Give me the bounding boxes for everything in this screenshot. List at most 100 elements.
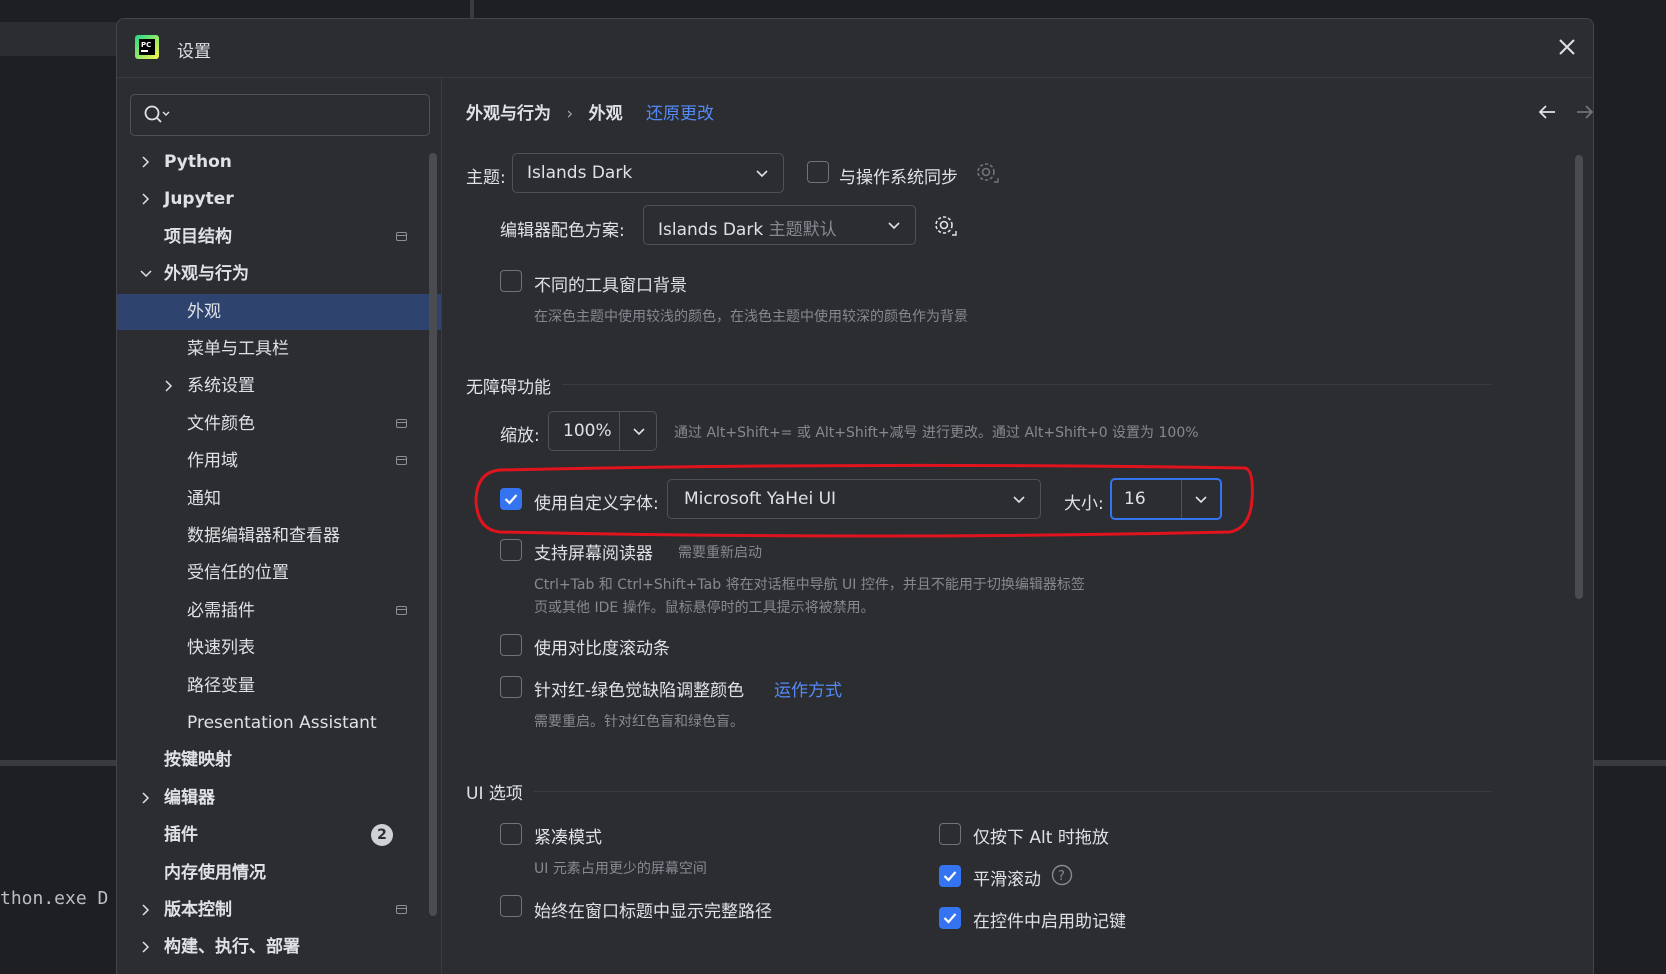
breadcrumb-parent[interactable]: 外观与行为 — [466, 104, 551, 124]
sidebar-item[interactable]: 编辑器 — [117, 780, 441, 816]
sidebar-item[interactable]: 项目结构 — [117, 219, 441, 255]
chevron-down-icon — [888, 222, 900, 230]
chevron-down-icon[interactable] — [140, 268, 152, 280]
close-button[interactable] — [1553, 33, 1581, 61]
sidebar-item-label: 版本控制 — [164, 900, 232, 920]
sidebar-item[interactable]: Jupyter — [117, 181, 441, 217]
screen-reader-desc-line1: Ctrl+Tab 和 Ctrl+Shift+Tab 将在对话框中导航 UI 控件… — [534, 577, 1085, 593]
back-button[interactable] — [1537, 103, 1557, 125]
sidebar-item[interactable]: 按键映射 — [117, 742, 441, 778]
sidebar-item[interactable]: 系统设置 — [117, 368, 441, 404]
gear-icon — [977, 163, 999, 183]
sidebar-item[interactable]: 快速列表 — [117, 630, 441, 666]
sidebar-item-label: 外观与行为 — [164, 264, 249, 284]
reset-changes-link[interactable]: 还原更改 — [646, 104, 714, 124]
editor-scheme-value: Islands Dark — [658, 220, 764, 240]
ui-options-section-title: UI 选项 — [466, 784, 523, 804]
chevron-down-icon — [633, 428, 645, 436]
editor-scheme-select[interactable]: Islands Dark 主题默认 — [643, 205, 916, 245]
sidebar-item-label: Presentation Assistant — [187, 713, 377, 733]
chevron-right-icon[interactable] — [163, 380, 175, 392]
sidebar-item[interactable]: 路径变量 — [117, 668, 441, 704]
contrast-scrollbar-checkbox[interactable] — [500, 634, 522, 656]
sidebar-item[interactable]: 文件颜色 — [117, 406, 441, 442]
chevron-right-icon[interactable] — [140, 792, 152, 804]
zoom-select[interactable]: 100% — [548, 411, 657, 451]
arrow-right-icon — [1577, 105, 1593, 119]
mnemonics-label: 在控件中启用助记键 — [973, 912, 1126, 932]
sync-os-checkbox[interactable] — [807, 161, 829, 183]
chevron-right-icon[interactable] — [140, 941, 152, 953]
sidebar-item-label: 外观 — [187, 302, 221, 322]
color-blind-checkbox[interactable] — [500, 676, 522, 698]
sync-os-settings-button[interactable] — [974, 160, 1000, 190]
sidebar-item-label: 系统设置 — [187, 376, 255, 396]
forward-button[interactable] — [1575, 103, 1593, 125]
color-blind-description: 需要重启。针对红色盲和绿色盲。 — [534, 714, 744, 730]
search-input[interactable] — [130, 94, 430, 136]
accessibility-divider — [562, 384, 1492, 385]
tool-window-bg-checkbox[interactable] — [500, 270, 522, 292]
sync-os-label: 与操作系统同步 — [839, 168, 958, 188]
sidebar-item-label: 项目结构 — [164, 227, 232, 247]
zoom-hint: 通过 Alt+Shift+= 或 Alt+Shift+减号 进行更改。通过 Al… — [674, 425, 1199, 441]
compact-mode-description: UI 元素占用更少的屏幕空间 — [534, 861, 707, 877]
editor-scheme-hint: 主题默认 — [768, 220, 837, 240]
screen-reader-checkbox[interactable] — [500, 539, 522, 561]
theme-select[interactable]: Islands Dark — [512, 153, 784, 193]
chevron-right-icon[interactable] — [140, 156, 152, 168]
sidebar-item[interactable]: 作用域 — [117, 443, 441, 479]
arrow-left-icon — [1538, 105, 1555, 119]
sidebar-item[interactable]: 数据编辑器和查看器 — [117, 518, 441, 554]
sidebar-item[interactable]: 外观与行为 — [117, 256, 441, 292]
sidebar-item-label: 菜单与工具栏 — [187, 339, 289, 359]
background-right-divider — [1593, 760, 1666, 766]
sidebar-item[interactable]: 通知 — [117, 481, 441, 517]
smooth-scroll-checkbox[interactable] — [939, 865, 961, 887]
sidebar-scrollbar[interactable] — [429, 153, 437, 916]
svg-text:?: ? — [1058, 869, 1065, 884]
alt-drag-checkbox[interactable] — [939, 823, 961, 845]
editor-scheme-settings-button[interactable] — [932, 213, 958, 243]
sidebar-item-label: 通知 — [187, 489, 221, 509]
sidebar-item[interactable]: 必需插件 — [117, 593, 441, 629]
sidebar-item[interactable]: 版本控制 — [117, 892, 441, 928]
chevron-right-icon[interactable] — [140, 904, 152, 916]
compact-mode-checkbox[interactable] — [500, 823, 522, 845]
full-path-checkbox[interactable] — [500, 895, 522, 917]
alt-drag-label: 仅按下 Alt 时拖放 — [973, 828, 1109, 848]
sidebar-item-label: 快速列表 — [187, 638, 255, 658]
sidebar-item[interactable]: Presentation Assistant — [117, 705, 441, 741]
sidebar-item-label: Python — [164, 152, 232, 172]
chevron-right-icon[interactable] — [140, 193, 152, 205]
svg-text:PC: PC — [141, 41, 151, 49]
background-panel — [0, 0, 116, 973]
breadcrumb-current: 外观 — [588, 104, 623, 124]
terminal-text: thon.exe D — [0, 888, 109, 909]
sidebar-item-label: 必需插件 — [187, 601, 255, 621]
screen-reader-label: 支持屏幕阅读器 — [534, 544, 653, 564]
sidebar-item[interactable]: 外观 — [117, 294, 441, 330]
sidebar-item[interactable]: 构建、执行、部署 — [117, 929, 441, 965]
sidebar-item-label: Jupyter — [164, 189, 234, 209]
settings-dialog: PC 设置 Python Jupyter 项目结构 外观与行为 外观 菜单与工具栏 系统设置… — [116, 18, 1594, 974]
background-right-strip — [1593, 0, 1666, 973]
sidebar-item-label: 编辑器 — [164, 788, 215, 808]
color-blind-label: 针对红-绿色觉缺陷调整颜色 — [534, 681, 745, 701]
sidebar-item[interactable]: 内存使用情况 — [117, 855, 441, 891]
smooth-scroll-help[interactable]: ? — [1051, 864, 1073, 890]
sidebar-item[interactable]: 菜单与工具栏 — [117, 331, 441, 367]
how-it-works-link[interactable]: 运作方式 — [774, 676, 842, 701]
mnemonics-checkbox[interactable] — [939, 907, 961, 929]
chevron-down-icon — [756, 170, 768, 178]
sidebar-item[interactable]: 受信任的位置 — [117, 555, 441, 591]
settings-content: 外观与行为 › 外观 还原更改 主题: Islands Dark 与操作系统同步… — [442, 77, 1593, 974]
annotation-highlight — [474, 463, 1254, 538]
ui-options-divider — [534, 791, 1492, 792]
content-scrollbar[interactable] — [1575, 155, 1583, 599]
contrast-scrollbar-label: 使用对比度滚动条 — [534, 639, 670, 659]
help-icon: ? — [1051, 864, 1073, 886]
sidebar-item[interactable]: Python — [117, 144, 441, 180]
sidebar-item-label: 内存使用情况 — [164, 863, 266, 883]
sidebar-item[interactable]: 插件 2 — [117, 817, 441, 853]
